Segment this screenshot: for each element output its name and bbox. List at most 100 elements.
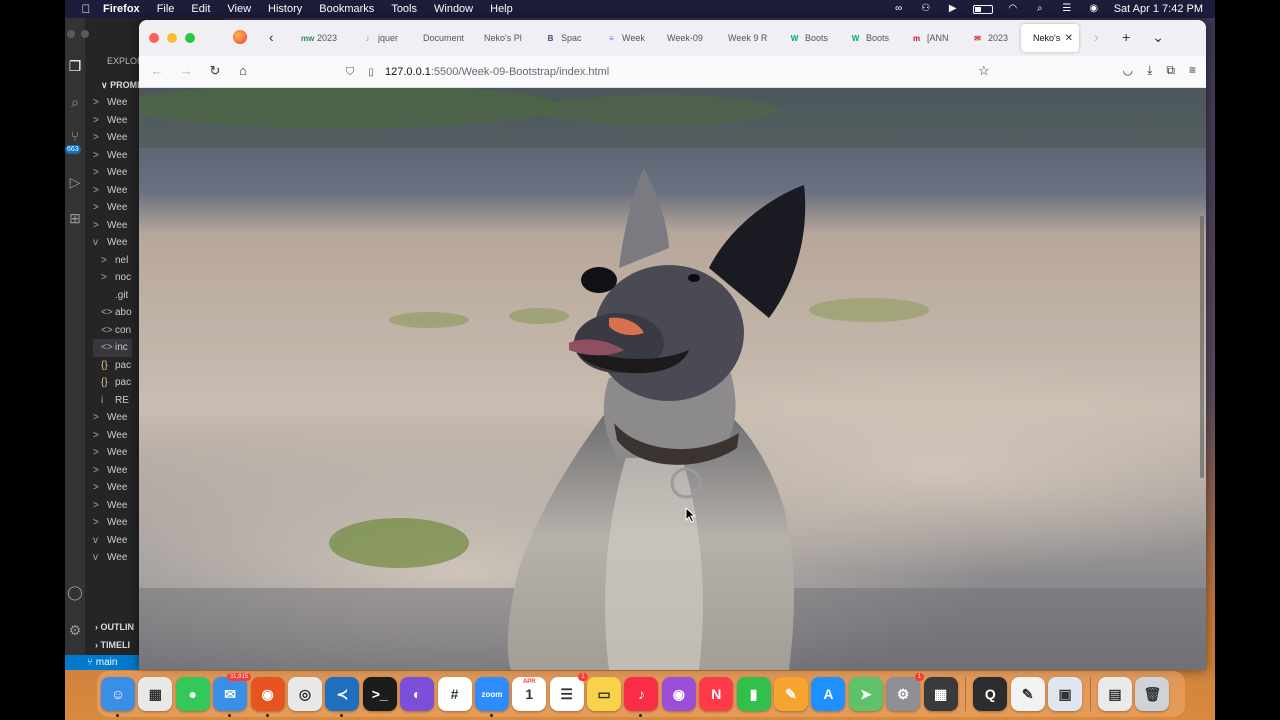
- file-tree-item[interactable]: v Wee: [93, 549, 132, 567]
- browser-tab[interactable]: W Boots: [838, 24, 899, 52]
- menu-window[interactable]: Window: [434, 3, 473, 15]
- file-tree-item[interactable]: > Wee: [93, 409, 132, 427]
- file-tree-item[interactable]: > Wee: [93, 164, 132, 182]
- tabs-scroll-right-icon[interactable]: ›: [1094, 29, 1099, 45]
- file-tree-item[interactable]: > Wee: [93, 112, 132, 130]
- maps-icon[interactable]: ➤: [848, 677, 883, 711]
- file-tree-item[interactable]: > Wee: [93, 479, 132, 497]
- new-tab-icon[interactable]: +: [1122, 29, 1130, 46]
- numbers-icon[interactable]: ▮: [736, 677, 771, 711]
- siri-icon[interactable]: ◉: [1087, 4, 1101, 14]
- zoom-window-button[interactable]: [185, 33, 195, 43]
- file-tree-item[interactable]: .git: [93, 287, 132, 305]
- menu-edit[interactable]: Edit: [191, 3, 210, 15]
- scrollbar[interactable]: [1200, 216, 1204, 478]
- file-tree-item[interactable]: <> con: [93, 322, 132, 340]
- news-icon[interactable]: N: [699, 677, 734, 711]
- textedit-icon[interactable]: ✎: [1010, 677, 1045, 711]
- wifi-icon[interactable]: ◠: [1006, 4, 1020, 14]
- browser-tab[interactable]: m [ANN: [899, 24, 960, 52]
- accessibility-icon[interactable]: ⚇: [919, 4, 933, 14]
- file-tree-item[interactable]: v Wee: [93, 234, 132, 252]
- battery-icon[interactable]: [972, 4, 993, 14]
- browser-tab[interactable]: mw 2023: [289, 24, 350, 52]
- pocket-icon[interactable]: ◡: [1123, 63, 1133, 78]
- browser-tab[interactable]: Week-09: [655, 24, 716, 52]
- podcasts-icon[interactable]: ◉: [661, 677, 696, 711]
- preview-icon[interactable]: ▣: [1048, 677, 1083, 711]
- file-tree-item[interactable]: > Wee: [93, 199, 132, 217]
- appstore-icon[interactable]: A: [811, 677, 846, 711]
- file-tree-item[interactable]: v Wee: [93, 532, 132, 550]
- file-tree-item[interactable]: <> abo: [93, 304, 132, 322]
- downloads-icon[interactable]: ⤓: [1147, 63, 1152, 78]
- extensions-icon[interactable]: ⊞: [65, 210, 85, 227]
- mail-icon[interactable]: ✉ 31,915: [213, 673, 252, 717]
- file-tree-item[interactable]: > Wee: [93, 497, 132, 515]
- search-icon[interactable]: ⌕: [65, 94, 85, 111]
- zoom-icon[interactable]: zoom: [474, 677, 509, 717]
- tracking-shield-icon[interactable]: ⛉: [343, 66, 357, 79]
- quicktime-icon[interactable]: Q: [973, 677, 1008, 711]
- vscode-icon[interactable]: ≺: [325, 677, 360, 717]
- menu-history[interactable]: History: [268, 3, 302, 15]
- file-tree-item[interactable]: > Wee: [93, 147, 132, 165]
- terminal-icon[interactable]: >_: [362, 677, 397, 711]
- timeline-section[interactable]: › TIMELI: [95, 640, 130, 650]
- menu-tools[interactable]: Tools: [391, 3, 417, 15]
- slack-icon[interactable]: #: [437, 677, 472, 711]
- settings-icon[interactable]: ⚙ 1: [886, 673, 925, 711]
- browser-tab[interactable]: Neko's ✕: [1021, 24, 1079, 52]
- explorer-icon[interactable]: ❐: [65, 58, 85, 75]
- minimize-window-button[interactable]: [167, 33, 177, 43]
- account-icon[interactable]: ◯: [65, 584, 85, 601]
- home-icon[interactable]: ⌂: [234, 63, 252, 78]
- close-window-button[interactable]: [149, 33, 159, 43]
- list-all-tabs-icon[interactable]: ⌄: [1152, 29, 1164, 46]
- spotlight-icon[interactable]: ⌕: [1033, 4, 1047, 14]
- file-tree-item[interactable]: > noc: [93, 269, 132, 287]
- calculator-icon[interactable]: ▦: [923, 677, 958, 711]
- pages-icon[interactable]: ✎: [774, 677, 809, 711]
- calendar-icon[interactable]: 1 APR: [512, 677, 547, 711]
- finder-icon[interactable]: ☺: [101, 677, 135, 717]
- reminders-icon[interactable]: ☰ 1: [549, 673, 588, 711]
- music-icon[interactable]: ♪: [624, 677, 659, 717]
- file-tree-item[interactable]: > Wee: [93, 217, 132, 235]
- outline-section[interactable]: › OUTLIN: [95, 622, 134, 632]
- close-tab-icon[interactable]: ✕: [1065, 33, 1073, 44]
- file-tree-item[interactable]: > Wee: [93, 444, 132, 462]
- page-viewport[interactable]: [139, 88, 1206, 670]
- manage-gear-icon[interactable]: ⚙: [65, 622, 85, 639]
- back-icon[interactable]: ←: [148, 63, 166, 78]
- app-menu-icon[interactable]: ≡: [1189, 63, 1196, 78]
- menu-help[interactable]: Help: [490, 3, 513, 15]
- chrome-icon[interactable]: ◎: [287, 677, 322, 711]
- tabs-scroll-left-icon[interactable]: ‹: [269, 29, 274, 45]
- file-tree-item[interactable]: > Wee: [93, 182, 132, 200]
- vscode-minimize-button[interactable]: [81, 30, 89, 38]
- browser-tab[interactable]: Neko's Pl: [472, 24, 533, 52]
- control-center-icon[interactable]: ☰: [1060, 4, 1074, 14]
- extensions-icon[interactable]: ⧉: [1166, 63, 1175, 78]
- project-folder[interactable]: ∨ PROMI: [101, 80, 140, 91]
- run-debug-icon[interactable]: ▷: [65, 174, 85, 191]
- vscode-close-button[interactable]: [67, 30, 75, 38]
- trash-icon[interactable]: 🗑: [1135, 677, 1170, 711]
- page-info-icon[interactable]: ▯: [365, 67, 377, 78]
- file-tree-item[interactable]: <> inc: [93, 339, 132, 357]
- menu-view[interactable]: View: [227, 3, 251, 15]
- menu-bookmarks[interactable]: Bookmarks: [319, 3, 374, 15]
- firefox-icon[interactable]: ◉: [250, 677, 285, 717]
- file-tree-item[interactable]: {} pac: [93, 374, 132, 392]
- app-menu[interactable]: Firefox: [103, 3, 140, 15]
- browser-tab[interactable]: Week 9 R: [716, 24, 777, 52]
- browser-tab[interactable]: B Spac: [533, 24, 594, 52]
- menu-file[interactable]: File: [157, 3, 175, 15]
- launchpad-icon[interactable]: ▦: [138, 677, 173, 711]
- browser-tab[interactable]: ♪ jquer: [350, 24, 411, 52]
- messages-icon[interactable]: ●: [175, 677, 210, 711]
- browser-tab[interactable]: ✉ 2023: [960, 24, 1021, 52]
- file-tree-item[interactable]: > Wee: [93, 427, 132, 445]
- bookmark-star-icon[interactable]: ☆: [978, 63, 990, 79]
